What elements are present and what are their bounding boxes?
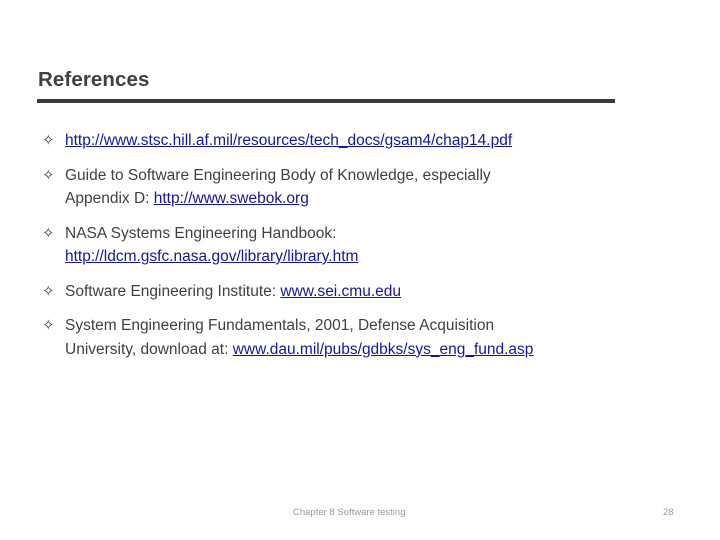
diamond-bullet-icon: ✧ — [42, 282, 55, 300]
diamond-bullet-icon: ✧ — [42, 224, 55, 242]
reference-line: http://ldcm.gsfc.nasa.gov/library/librar… — [65, 245, 688, 269]
reference-line: NASA Systems Engineering Handbook: — [65, 222, 688, 246]
reference-item-system-engineering-fundamentals: ✧ System Engineering Fundamentals, 2001, … — [38, 314, 688, 361]
page-title: References — [38, 68, 150, 91]
reference-text: Guide to Software Engineering Body of Kn… — [65, 166, 491, 184]
reference-line: University, download at: www.dau.mil/pub… — [65, 338, 688, 362]
reference-line: System Engineering Fundamentals, 2001, D… — [65, 314, 688, 338]
reference-item-body: http://www.stsc.hill.af.mil/resources/te… — [65, 129, 688, 153]
reference-item-software-engineering-institute: ✧ Software Engineering Institute: www.sei… — [38, 280, 688, 304]
reference-item-body: Software Engineering Institute: www.sei.… — [65, 280, 688, 304]
reference-item-swebok-guide: ✧ Guide to Software Engineering Body of K… — [38, 164, 688, 211]
reference-item-stsc-hill-gsam: ✧ http://www.stsc.hill.af.mil/resources/t… — [38, 129, 688, 153]
reference-text: Appendix D: — [65, 190, 154, 207]
diamond-bullet-icon: ✧ — [42, 317, 55, 334]
slide-canvas: References ✧ http://www.stsc.hill.af.mil/… — [0, 0, 720, 540]
diamond-bullet-icon: ✧ — [42, 166, 55, 184]
reference-text: University, download at: — [65, 340, 233, 358]
reference-text: Software Engineering Institute: — [65, 282, 281, 300]
reference-item-body: Guide to Software Engineering Body of Kn… — [65, 164, 688, 211]
reference-line: Appendix D: http://www.swebok.org — [65, 187, 688, 211]
reference-line: http://www.stsc.hill.af.mil/resources/te… — [65, 129, 688, 153]
reference-link[interactable]: www.dau.mil/pubs/gdbks/sys_eng_fund.asp — [233, 341, 534, 358]
reference-line: Software Engineering Institute: www.sei.… — [65, 280, 688, 304]
reference-link[interactable]: http://www.swebok.org — [154, 190, 309, 207]
reference-link[interactable]: www.sei.cmu.edu — [280, 283, 401, 300]
reference-line: Guide to Software Engineering Body of Kn… — [65, 164, 688, 188]
reference-text: NASA Systems Engineering Handbook: — [65, 224, 337, 242]
reference-link[interactable]: http://ldcm.gsfc.nasa.gov/library/librar… — [65, 248, 358, 265]
references-list: ✧ http://www.stsc.hill.af.mil/resources/t… — [38, 129, 688, 372]
footer-page-number: 28 — [663, 507, 674, 518]
reference-item-body: System Engineering Fundamentals, 2001, D… — [65, 314, 688, 361]
reference-text: System Engineering Fundamentals, 2001, D… — [65, 317, 495, 334]
reference-item-body: NASA Systems Engineering Handbook: http:/… — [65, 222, 688, 269]
reference-link[interactable]: http://www.stsc.hill.af.mil/resources/te… — [65, 132, 512, 149]
title-divider — [37, 99, 615, 103]
footer-label: Chapter 8 Software testing — [293, 507, 406, 518]
diamond-bullet-icon: ✧ — [42, 132, 55, 149]
reference-item-nasa-systems-engineering-handbook: ✧ NASA Systems Engineering Handbook: http:… — [38, 222, 688, 269]
